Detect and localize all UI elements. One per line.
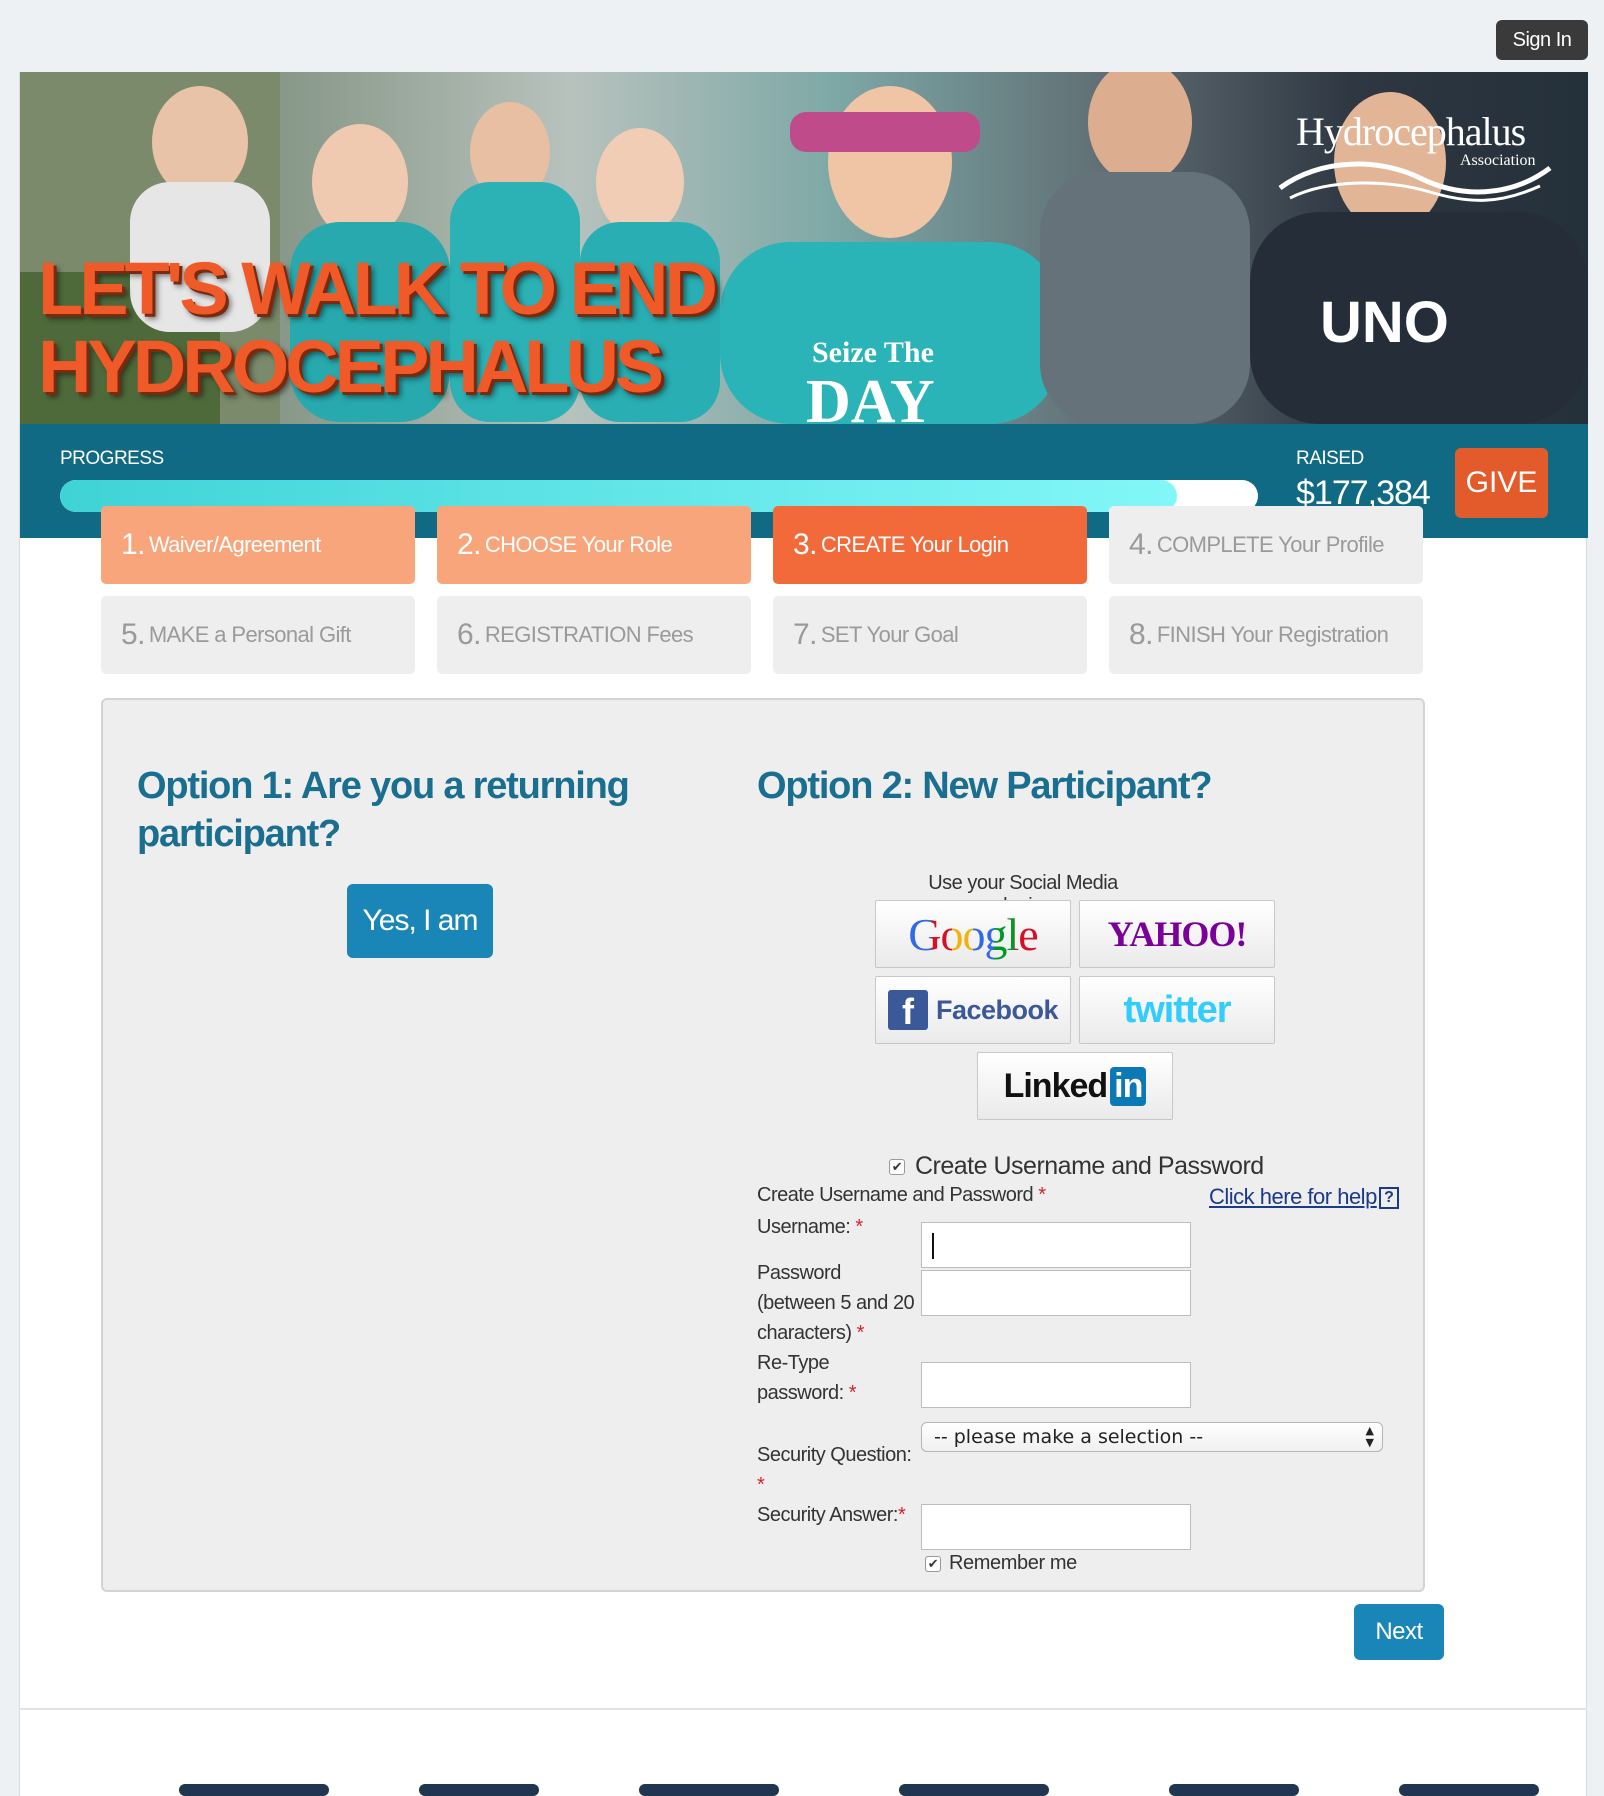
step-label: Waiver/Agreement <box>148 532 321 557</box>
linkedin-in-badge: in <box>1110 1066 1147 1106</box>
required-marker: * <box>856 1322 865 1344</box>
select-arrows-icon: ▲ ▼ <box>1365 1424 1374 1449</box>
required-marker: * <box>848 1382 857 1404</box>
step-label: COMPLETE Your Profile <box>1156 532 1385 557</box>
step-label: CHOOSE Your Role <box>484 532 673 557</box>
step-8: 8. FINISH Your Registration <box>1109 596 1423 674</box>
step-6: 6. REGISTRATION Fees <box>437 596 751 674</box>
step-2[interactable]: 2. CHOOSE Your Role <box>437 506 751 584</box>
linkedin-login-button[interactable]: Linked in <box>977 1052 1173 1120</box>
yahoo-logo-icon: YAHOO! <box>1107 914 1248 954</box>
google-login-button[interactable]: Google <box>875 900 1071 968</box>
step-number: 8. <box>1129 618 1153 651</box>
banner-headline: LET'S WALK TO END HYDROCEPHALUS <box>38 250 738 406</box>
option2-title: Option 2: New Participant? <box>757 765 1213 807</box>
required-marker: * <box>757 1474 765 1496</box>
step-number: 1. <box>121 528 145 561</box>
username-label: Username: * <box>757 1212 917 1242</box>
returning-participant-button[interactable]: Yes, I am <box>347 884 493 958</box>
password-input[interactable] <box>921 1270 1191 1316</box>
security-question-value: -- please make a selection -- <box>934 1426 1204 1448</box>
remember-me-toggle[interactable]: ✔ Remember me <box>925 1552 1077 1575</box>
step-number: 2. <box>457 528 481 561</box>
password-label: Password (between 5 and 20 characters) * <box>757 1258 917 1348</box>
step-label: REGISTRATION Fees <box>484 622 694 647</box>
association-logo: Hydrocephalus Association <box>1260 108 1560 218</box>
question-label-text: Security Question: <box>757 1444 912 1466</box>
remember-me-label: Remember me <box>949 1552 1077 1574</box>
required-marker: * <box>1038 1184 1046 1206</box>
step-1[interactable]: 1. Waiver/Agreement <box>101 506 415 584</box>
step-number: 5. <box>121 618 145 651</box>
step-5: 5. MAKE a Personal Gift <box>101 596 415 674</box>
security-question-select[interactable]: -- please make a selection -- ▲ ▼ <box>921 1422 1383 1452</box>
twitter-logo-icon: twitter <box>1123 988 1232 1031</box>
text-cursor <box>932 1233 934 1259</box>
checkbox-checked-icon[interactable]: ✔ <box>889 1158 905 1175</box>
linkedin-word: Linked <box>1003 1066 1109 1105</box>
password-label-text: Password (between 5 and 20 characters) <box>757 1262 915 1344</box>
security-answer-input[interactable] <box>921 1504 1191 1550</box>
form-heading-text: Create Username and Password <box>757 1184 1034 1206</box>
login-panel: Option 1: Are you a returning participan… <box>101 698 1425 1592</box>
step-label: SET Your Goal <box>820 622 959 647</box>
option1-title: Option 1: Are you a returning participan… <box>137 765 630 855</box>
facebook-login-button[interactable]: f Facebook <box>875 976 1071 1044</box>
step-label: CREATE Your Login <box>820 532 1009 557</box>
logo-subtitle: Association <box>1460 152 1536 169</box>
footer-divider <box>19 1708 1587 1710</box>
hero-banner: UNO Seize The DAY LET'S WALK TO END HYDR… <box>20 72 1588 424</box>
linkedin-logo-icon: Linked in <box>1003 1066 1147 1106</box>
twitter-login-button[interactable]: twitter <box>1079 976 1275 1044</box>
step-4: 4. COMPLETE Your Profile <box>1109 506 1423 584</box>
step-number: 7. <box>793 618 817 651</box>
retype-password-input[interactable] <box>921 1362 1191 1408</box>
logo-title: Hydrocephalus <box>1296 109 1526 154</box>
step-number: 6. <box>457 618 481 651</box>
facebook-logo-icon: f <box>887 990 928 1032</box>
form-heading: Create Username and Password * <box>757 1184 1046 1207</box>
step-3[interactable]: 3. CREATE Your Login <box>773 506 1087 584</box>
facebook-label: Facebook <box>935 994 1059 1025</box>
registration-steps: 1. Waiver/Agreement 2. CHOOSE Your Role 3.… <box>101 506 1425 674</box>
google-logo-icon: Google <box>908 908 1038 960</box>
step-label: FINISH Your Registration <box>1156 622 1389 647</box>
required-marker: * <box>855 1216 863 1238</box>
create-credentials-toggle[interactable]: ✔ Create Username and Password <box>889 1152 1264 1181</box>
footer-people-illustration <box>179 1784 1539 1796</box>
headline-line1: LET'S WALK TO END <box>38 247 718 330</box>
retype-label-text: Re-Type password: <box>757 1352 844 1404</box>
step-label: MAKE a Personal Gift <box>148 622 352 647</box>
svg-text:DAY: DAY <box>806 368 935 424</box>
progress-label: PROGRESS <box>60 448 164 469</box>
username-input[interactable] <box>921 1222 1191 1268</box>
headline-line2: HYDROCEPHALUS <box>38 325 664 408</box>
create-credentials-label: Create Username and Password <box>915 1152 1264 1180</box>
step-number: 4. <box>1129 528 1153 561</box>
security-answer-label: Security Answer:* <box>757 1500 917 1530</box>
help-link-text: Click here for help <box>1209 1184 1377 1209</box>
help-link[interactable]: Click here for help? <box>1209 1184 1399 1210</box>
step-7: 7. SET Your Goal <box>773 596 1087 674</box>
username-label-text: Username: <box>757 1216 851 1238</box>
retype-password-label: Re-Type password: * <box>757 1348 917 1408</box>
answer-label-text: Security Answer: <box>757 1504 898 1526</box>
security-question-label: Security Question: * <box>757 1440 917 1500</box>
svg-text:UNO: UNO <box>1320 290 1449 355</box>
required-marker: * <box>897 1504 906 1526</box>
checkbox-checked-icon[interactable]: ✔ <box>925 1555 941 1572</box>
sign-in-button[interactable]: Sign In <box>1496 20 1588 60</box>
next-button[interactable]: Next <box>1354 1604 1444 1660</box>
raised-label: RAISED <box>1296 448 1364 469</box>
give-button[interactable]: GIVE <box>1455 448 1548 518</box>
help-question-icon: ? <box>1378 1187 1399 1210</box>
step-number: 3. <box>793 528 817 561</box>
yahoo-login-button[interactable]: YAHOO! <box>1079 900 1275 968</box>
svg-text:Seize The: Seize The <box>812 336 934 369</box>
